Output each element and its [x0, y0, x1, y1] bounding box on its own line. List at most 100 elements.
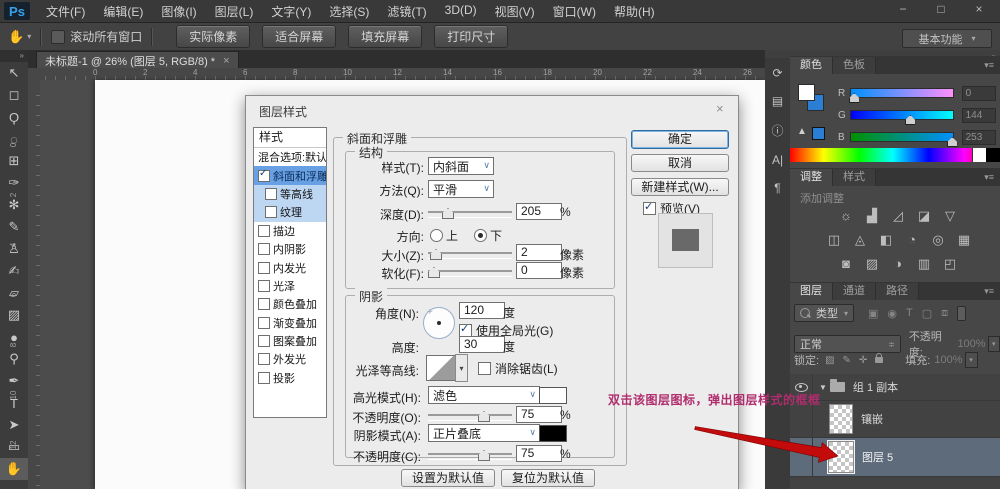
- angle-dial[interactable]: [423, 307, 455, 339]
- filter-shape-layers-icon[interactable]: ▢: [922, 307, 932, 320]
- size-input[interactable]: 2: [516, 244, 562, 261]
- size-slider[interactable]: [428, 252, 512, 259]
- scroll-all-windows-checkbox[interactable]: [51, 30, 65, 44]
- move-tool-icon[interactable]: ↖: [0, 62, 28, 84]
- gamut-warning-icon[interactable]: ▲: [797, 126, 807, 137]
- crop-tool-icon[interactable]: ⊞: [0, 150, 28, 172]
- history-brush-tool-icon[interactable]: ✍: [0, 260, 28, 282]
- close-tab-icon[interactable]: ×: [223, 55, 229, 67]
- levels-adjustment-icon[interactable]: ▟: [864, 208, 880, 224]
- tab-color[interactable]: 颜色: [790, 57, 833, 74]
- history-panel-icon[interactable]: ⟳: [765, 66, 790, 80]
- menu-file[interactable]: 文件(F): [46, 3, 85, 20]
- anti-alias-checkbox[interactable]: [478, 362, 491, 375]
- fit-screen-button[interactable]: 适合屏幕: [262, 25, 336, 48]
- highlight-opacity-input[interactable]: 75: [516, 406, 562, 423]
- lock-transparency-icon[interactable]: ▨: [825, 355, 834, 366]
- panel-menu-icon[interactable]: ▾≡: [978, 57, 1000, 74]
- exposure-adjustment-icon[interactable]: ◪: [916, 208, 932, 224]
- highlight-color-swatch[interactable]: [539, 387, 567, 404]
- tab-swatches[interactable]: 色板: [833, 57, 876, 74]
- green-slider[interactable]: [850, 110, 954, 120]
- soften-slider[interactable]: [428, 270, 512, 277]
- dialog-close-icon[interactable]: ×: [716, 101, 724, 116]
- vibrance-adjustment-icon[interactable]: ▽: [942, 208, 958, 224]
- black-white-adjustment-icon[interactable]: ◧: [878, 232, 894, 248]
- hand-tool-preset[interactable]: ✋ ▾: [8, 29, 31, 45]
- color-spectrum-ramp[interactable]: [790, 148, 1000, 162]
- style-checkbox[interactable]: [258, 262, 270, 274]
- color-lookup-adjustment-icon[interactable]: ▦: [956, 232, 972, 248]
- style-item-blending-options[interactable]: 混合选项:默认: [254, 148, 326, 166]
- channel-mixer-adjustment-icon[interactable]: ◎: [930, 232, 946, 248]
- filter-kind-select[interactable]: 类型 ▾: [794, 304, 854, 322]
- filter-toggle[interactable]: [957, 306, 966, 321]
- hue-saturation-adjustment-icon[interactable]: ◫: [826, 232, 842, 248]
- menu-help[interactable]: 帮助(H): [614, 3, 655, 20]
- style-item-pattern-overlay[interactable]: 图案叠加: [254, 332, 326, 350]
- foreground-color-swatch[interactable]: [798, 84, 815, 101]
- technique-select[interactable]: 平滑: [428, 180, 494, 198]
- filter-pixel-layers-icon[interactable]: ▣: [868, 307, 878, 320]
- style-checkbox[interactable]: [258, 372, 270, 384]
- set-default-button[interactable]: 设置为默认值: [401, 469, 495, 487]
- style-checkbox[interactable]: [258, 170, 270, 182]
- panel-menu-icon[interactable]: ▾≡: [978, 283, 1000, 300]
- style-checkbox[interactable]: [258, 298, 270, 310]
- menu-view[interactable]: 视图(V): [495, 3, 535, 20]
- highlight-opacity-slider[interactable]: [428, 414, 512, 421]
- menu-window[interactable]: 窗口(W): [553, 3, 596, 20]
- fill-screen-button[interactable]: 填充屏幕: [348, 25, 422, 48]
- reset-default-button[interactable]: 复位为默认值: [501, 469, 595, 487]
- white-swatch[interactable]: [972, 148, 986, 162]
- posterize-adjustment-icon[interactable]: ▨: [864, 256, 880, 272]
- gloss-contour-dropdown[interactable]: ▾: [455, 354, 468, 382]
- gamut-color-swatch[interactable]: [812, 127, 825, 140]
- minimize-button[interactable]: −: [892, 2, 914, 16]
- menu-filter[interactable]: 滤镜(T): [387, 3, 426, 20]
- lasso-tool-icon[interactable]: Ϙ: [0, 106, 28, 128]
- layer-row-group[interactable]: ▼ 组 1 副本: [790, 374, 1000, 401]
- blue-value[interactable]: 253: [962, 130, 996, 145]
- cancel-button[interactable]: 取消: [631, 154, 729, 172]
- color-balance-adjustment-icon[interactable]: ◬: [852, 232, 868, 248]
- tab-styles[interactable]: 样式: [833, 169, 876, 186]
- dodge-tool-icon[interactable]: ⚲: [0, 348, 28, 370]
- panel-menu-icon[interactable]: ▾≡: [978, 169, 1000, 186]
- style-item-outer-glow[interactable]: 外发光: [254, 350, 326, 368]
- opacity-dropdown-icon[interactable]: ▾: [988, 336, 1000, 352]
- style-checkbox[interactable]: [265, 206, 277, 218]
- shadow-opacity-slider[interactable]: [428, 453, 512, 460]
- style-item-color-overlay[interactable]: 颜色叠加: [254, 295, 326, 313]
- tab-layers[interactable]: 图层: [790, 283, 833, 300]
- layer-name[interactable]: 组 1 副本: [853, 379, 898, 395]
- depth-slider[interactable]: [428, 211, 512, 218]
- ok-button[interactable]: 确定: [631, 130, 729, 149]
- layer-name[interactable]: 图层 5: [862, 449, 893, 465]
- tab-adjustments[interactable]: 调整: [790, 169, 833, 186]
- lock-all-icon[interactable]: [875, 357, 883, 363]
- layer-comps-panel-icon[interactable]: ▤: [765, 94, 790, 108]
- highlight-mode-select[interactable]: 滤色: [428, 386, 540, 404]
- black-swatch[interactable]: [986, 148, 1000, 162]
- opacity-value[interactable]: 100%: [957, 338, 985, 350]
- gradient-tool-icon[interactable]: ▨: [0, 304, 28, 326]
- style-checkbox[interactable]: [258, 225, 270, 237]
- selective-color-adjustment-icon[interactable]: ◰: [942, 256, 958, 272]
- style-item-bevel-emboss[interactable]: 斜面和浮雕: [254, 166, 326, 184]
- red-value[interactable]: 0: [962, 86, 996, 101]
- gradient-map-adjustment-icon[interactable]: ▥: [916, 256, 932, 272]
- style-checkbox[interactable]: [258, 317, 270, 329]
- collapse-panel-icon[interactable]: »: [0, 50, 28, 62]
- style-item-inner-glow[interactable]: 内发光: [254, 258, 326, 276]
- marquee-tool-icon[interactable]: ◻: [0, 84, 28, 106]
- actual-pixels-button[interactable]: 实际像素: [176, 25, 250, 48]
- photo-filter-adjustment-icon[interactable]: ◔: [904, 232, 920, 248]
- shadow-color-swatch[interactable]: [539, 425, 567, 442]
- style-checkbox[interactable]: [258, 243, 270, 255]
- bevel-style-select[interactable]: 内斜面: [428, 157, 494, 175]
- maximize-button[interactable]: □: [930, 2, 952, 16]
- hand-tool-icon[interactable]: ✋: [0, 458, 28, 480]
- menu-edit[interactable]: 编辑(E): [103, 3, 143, 20]
- close-button[interactable]: ×: [968, 2, 990, 16]
